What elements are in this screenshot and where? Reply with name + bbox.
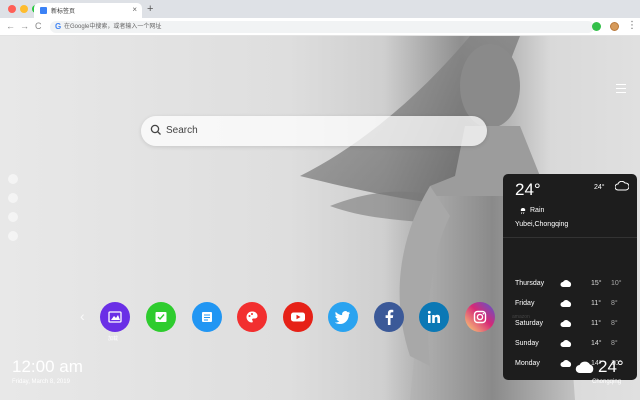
side-link-twitter-icon[interactable] bbox=[8, 193, 18, 203]
forecast-row: Saturday 11° 8° bbox=[515, 318, 629, 330]
twitter-icon bbox=[335, 311, 350, 324]
weather-card[interactable]: 24° 24° Rain Yubei,Chongqing Thursday 15… bbox=[503, 174, 637, 380]
dock-twitter-button[interactable] bbox=[328, 302, 358, 332]
dock-tasks-button[interactable] bbox=[146, 302, 176, 332]
forecast-low: 10° bbox=[611, 280, 622, 287]
side-link-facebook-icon[interactable] bbox=[8, 174, 18, 184]
cloud-icon bbox=[615, 181, 629, 191]
forecast-high: 11° bbox=[591, 300, 602, 307]
forecast-low: 8° bbox=[611, 320, 618, 327]
new-tab-button[interactable]: + bbox=[147, 3, 153, 15]
search-box[interactable]: Search bbox=[141, 116, 487, 146]
cloud-icon bbox=[560, 360, 572, 367]
search-label: Search bbox=[166, 125, 198, 136]
weather-temp-small: 24° bbox=[594, 184, 605, 191]
forecast-day: Thursday bbox=[515, 280, 545, 287]
forecast-day: Saturday bbox=[515, 320, 544, 327]
weather-location: Yubei,Chongqing bbox=[515, 221, 569, 228]
dock-notes-button[interactable] bbox=[192, 302, 222, 332]
dock-paint-button[interactable] bbox=[237, 302, 267, 332]
cloud-icon bbox=[560, 280, 572, 287]
current-city: Chongqing bbox=[592, 379, 622, 385]
browser-menu-icon[interactable]: ⋮ bbox=[627, 20, 637, 32]
forecast-high: 14° bbox=[591, 340, 602, 347]
dock-prev-arrow[interactable]: ‹ bbox=[80, 308, 85, 324]
cloud-icon bbox=[560, 320, 572, 327]
side-link-google-icon[interactable] bbox=[8, 212, 18, 222]
dock-gallery-button[interactable] bbox=[100, 302, 130, 332]
clock: 12:00 am bbox=[12, 357, 83, 376]
weather-temp: 24° bbox=[515, 180, 541, 199]
checklist-icon bbox=[155, 312, 167, 322]
tab-favicon-icon bbox=[40, 7, 47, 14]
linkedin-icon bbox=[427, 310, 440, 323]
dock-linkedin-button[interactable] bbox=[419, 302, 449, 332]
menu-icon[interactable] bbox=[616, 84, 626, 93]
notes-icon bbox=[202, 312, 212, 322]
weather-divider bbox=[503, 237, 637, 238]
dock-caption-right: amazon bbox=[512, 314, 530, 320]
address-bar[interactable]: G 在Google中搜索，或者输入一个网址 bbox=[50, 21, 594, 33]
youtube-icon bbox=[291, 312, 305, 322]
forecast-high: 11° bbox=[591, 320, 602, 327]
forecast-low: 8° bbox=[611, 300, 618, 307]
cloud-icon bbox=[560, 300, 572, 307]
forecast-row: Friday 11° 8° bbox=[515, 298, 629, 310]
profile-avatar[interactable] bbox=[610, 22, 619, 31]
tab-title: 新标签页 bbox=[51, 9, 76, 15]
side-social-links bbox=[8, 174, 18, 250]
back-button[interactable]: ← bbox=[6, 21, 15, 32]
weather-condition: Rain bbox=[530, 207, 545, 214]
window-close-button[interactable] bbox=[8, 5, 16, 13]
forward-button[interactable]: → bbox=[20, 21, 29, 32]
dock-caption: 加载 bbox=[108, 336, 119, 342]
dock-youtube-button[interactable] bbox=[283, 302, 313, 332]
browser-tab[interactable]: 新标签页 × bbox=[34, 3, 142, 18]
dock-instagram-button[interactable] bbox=[465, 302, 495, 332]
browser-titlebar: 新标签页 × + bbox=[0, 0, 640, 18]
date: Friday, March 8, 2019 bbox=[12, 379, 70, 385]
forecast-row: Thursday 15° 10° bbox=[515, 278, 629, 290]
address-placeholder: 在Google中搜索，或者输入一个网址 bbox=[64, 24, 162, 30]
forecast-high: 15° bbox=[591, 280, 602, 287]
dock-facebook-button[interactable] bbox=[374, 302, 404, 332]
forecast-day: Monday bbox=[515, 360, 540, 367]
cloud-icon bbox=[575, 361, 594, 374]
cloud-icon bbox=[560, 340, 572, 347]
new-tab-page: Search 24° 24° Rain Yubei,Chongqing Thur… bbox=[0, 36, 640, 400]
palette-icon bbox=[246, 311, 258, 323]
window-minimize-button[interactable] bbox=[20, 5, 28, 13]
instagram-icon bbox=[473, 310, 487, 324]
google-icon: G bbox=[55, 22, 62, 31]
rain-icon bbox=[520, 207, 526, 215]
forecast-low: 8° bbox=[611, 340, 618, 347]
tab-close-icon[interactable]: × bbox=[132, 4, 137, 16]
side-link-share-icon[interactable] bbox=[8, 231, 18, 241]
forecast-row: Sunday 14° 8° bbox=[515, 338, 629, 350]
current-temp: 24° bbox=[598, 357, 624, 376]
forecast-day: Friday bbox=[515, 300, 535, 307]
extension-icon[interactable] bbox=[592, 22, 601, 31]
search-icon bbox=[150, 124, 161, 135]
browser-toolbar: ← → C G 在Google中搜索，或者输入一个网址 ⋮ bbox=[0, 18, 640, 36]
image-icon bbox=[108, 311, 122, 323]
reload-button[interactable]: C bbox=[35, 21, 42, 32]
forecast-day: Sunday bbox=[515, 340, 539, 347]
facebook-icon bbox=[385, 309, 394, 325]
